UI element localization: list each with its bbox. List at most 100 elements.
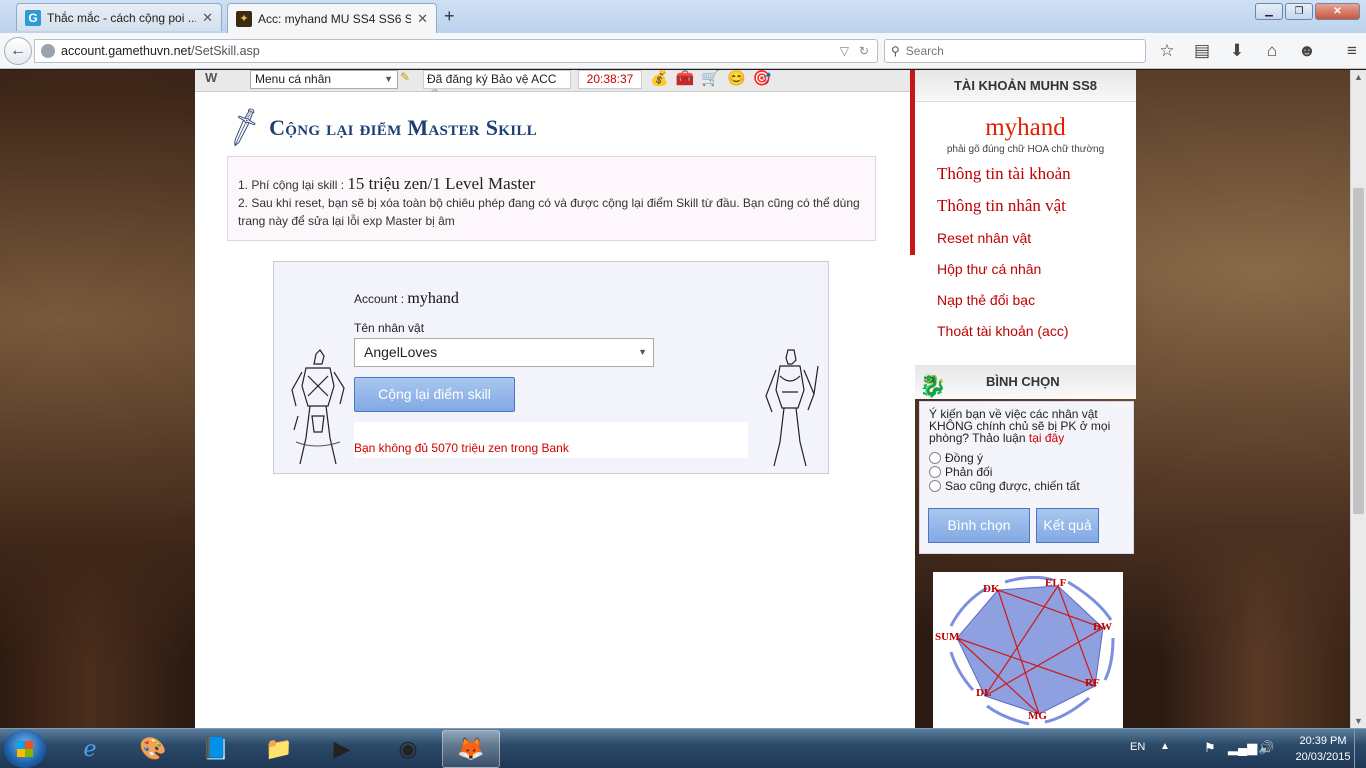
sidebar-item-reset-character[interactable]: Reset nhân vật xyxy=(937,230,1031,246)
user-top-strip: W Menu cá nhân ▼ ✎ Đã đăng ký Bảo vệ ACC… xyxy=(195,70,915,102)
chevron-down-icon: ▼ xyxy=(384,74,393,84)
fee-label: 1. Phí cộng lại skill : xyxy=(238,178,348,192)
tab-account[interactable]: ✦ Acc: myhand MU SS4 SS6 S... ✕ xyxy=(227,3,437,33)
show-hidden-icons-icon[interactable]: ▲ xyxy=(1160,741,1170,752)
reset-skill-form: Account : myhand Tên nhân vật AngelLoves… xyxy=(273,261,829,474)
flag-icon[interactable]: ⚑ xyxy=(1204,740,1216,756)
chrome-icon[interactable]: ◉ xyxy=(379,730,437,768)
close-tab-icon[interactable]: ✕ xyxy=(202,10,213,26)
reading-list-icon[interactable]: ▤ xyxy=(1191,41,1213,61)
sidebar-header: TÀI KHOẢN MUHN SS8 xyxy=(915,70,1136,102)
poll-option-disagree[interactable]: Phản đối xyxy=(929,466,1133,478)
bookmark-star-icon[interactable]: ☆ xyxy=(1156,41,1178,61)
reset-skill-button[interactable]: Cộng lại điểm skill xyxy=(354,377,515,412)
chat-icon[interactable]: ☻ xyxy=(1296,41,1318,61)
sword-icon: 🗡 xyxy=(220,105,268,150)
menu-icon[interactable]: ≡ xyxy=(1341,41,1363,61)
volume-icon[interactable]: 🔊 xyxy=(1258,740,1274,756)
url-path: /SetSkill.asp xyxy=(190,44,260,58)
dragon-icon: 🐉 xyxy=(919,373,947,398)
class-label-mg: MG xyxy=(1028,710,1047,722)
page-title: Cộng lại điểm Master Skill xyxy=(269,114,537,140)
knight-sketch-image xyxy=(765,349,819,467)
url-host: account.gamethuvn.net xyxy=(61,44,191,58)
sidebar-item-account-info[interactable]: Thông tin tài khoản xyxy=(937,164,1071,184)
class-label-dl: DL xyxy=(976,687,991,699)
close-tab-icon[interactable]: ✕ xyxy=(417,11,428,27)
class-relation-diagram: DK ELF DW RF MG DL SUM xyxy=(933,572,1123,728)
new-tab-button[interactable]: + xyxy=(444,6,455,27)
sidebar-item-logout[interactable]: Thoát tài khoản (acc) xyxy=(937,323,1069,339)
poll-box: Ý kiến bạn về việc các nhân vật KHÔNG ch… xyxy=(919,401,1134,554)
dropdown-arrow-icon[interactable]: ▽ xyxy=(840,44,849,58)
fee-value: 15 triệu zen/1 Level Master xyxy=(347,174,536,193)
radio-icon[interactable] xyxy=(929,480,941,492)
reload-icon[interactable]: ↻ xyxy=(859,44,869,58)
sidebar-item-mailbox[interactable]: Hộp thư cá nhân xyxy=(937,261,1041,277)
warrior-sketch-image xyxy=(291,349,345,465)
cart-icon[interactable]: 🛒 xyxy=(701,70,720,88)
window-controls: ▁ ❐ ✕ xyxy=(1255,3,1360,20)
search-bar[interactable]: ⚲ Search xyxy=(884,39,1146,63)
page-viewport: W Menu cá nhân ▼ ✎ Đã đăng ký Bảo vệ ACC… xyxy=(0,70,1350,728)
back-arrow-icon[interactable]: ← xyxy=(4,37,32,65)
windows-taskbar: ℯ 🎨 📘 📁 ▶ ◉ 🦊 EN ▲ ⚑ ▂▄▆ 🔊 20:39 PM 20/0… xyxy=(0,728,1366,768)
home-icon[interactable]: ⌂ xyxy=(1261,41,1283,61)
class-label-elf: ELF xyxy=(1045,577,1067,589)
smiley-icon[interactable]: 😊 xyxy=(727,70,746,88)
server-clock: 20:38:37 xyxy=(578,70,642,89)
scroll-down-icon[interactable]: ▼ xyxy=(1354,716,1363,726)
tab-forum[interactable]: G Thắc mắc - cách cộng poi ... ✕ xyxy=(16,3,222,31)
fee-notice: 1. Phí cộng lại skill : 15 triệu zen/1 L… xyxy=(227,156,876,241)
results-button[interactable]: Kết quả xyxy=(1036,508,1099,543)
close-window-icon[interactable]: ✕ xyxy=(1315,3,1360,20)
search-placeholder: Search xyxy=(905,44,944,58)
character-label: Tên nhân vật xyxy=(354,321,425,335)
class-label-sum: SUM xyxy=(935,631,960,643)
class-label-rf: RF xyxy=(1085,677,1100,689)
account-sidebar: TÀI KHOẢN MUHN SS8 myhand phải gõ đúng c… xyxy=(910,70,1136,728)
site-logo-icon: W xyxy=(205,70,218,85)
target-icon[interactable]: 🎯 xyxy=(753,70,772,88)
notes-icon[interactable]: 📘 xyxy=(187,730,245,768)
minimize-icon[interactable]: ▁ xyxy=(1255,3,1283,20)
network-icon[interactable]: ▂▄▆ xyxy=(1228,740,1257,756)
chevron-down-icon: ▼ xyxy=(638,347,647,357)
download-icon[interactable]: ⬇ xyxy=(1226,41,1248,61)
tray-date[interactable]: 20/03/2015 xyxy=(1284,751,1362,763)
error-message: Bạn không đủ 5070 triệu zen trong Bank xyxy=(354,422,748,458)
radio-icon[interactable] xyxy=(929,466,941,478)
character-select[interactable]: AngelLoves ▼ xyxy=(354,338,654,367)
tray-time[interactable]: 20:39 PM xyxy=(1288,735,1358,747)
internet-explorer-icon[interactable]: ℯ xyxy=(61,730,119,768)
restore-icon[interactable]: ❐ xyxy=(1285,3,1313,20)
sidebar-item-topup[interactable]: Nạp thẻ đổi bạc xyxy=(937,292,1035,308)
poll-header: 🐉 BÌNH CHỌN xyxy=(915,365,1136,399)
start-button[interactable] xyxy=(4,730,46,768)
scroll-thumb[interactable] xyxy=(1353,188,1364,514)
scroll-up-icon[interactable]: ▲ xyxy=(1354,72,1363,82)
paint-icon[interactable]: 🎨 xyxy=(124,730,182,768)
personal-menu-select[interactable]: Menu cá nhân ▼ xyxy=(250,70,398,89)
pencil-icon[interactable]: ✎ xyxy=(400,70,410,84)
sidebar-account-panel: myhand phải gõ đúng chữ HOA chữ thường T… xyxy=(915,102,1136,365)
search-icon: ⚲ xyxy=(891,44,900,58)
address-bar[interactable]: account.gamethuvn.net /SetSkill.asp ▽ ↻ xyxy=(34,39,878,63)
account-value: myhand xyxy=(407,290,459,307)
discussion-link[interactable]: tại đây xyxy=(1029,431,1064,445)
media-player-icon[interactable]: ▶ xyxy=(313,730,371,768)
username-hint: phải gõ đúng chữ HOA chữ thường xyxy=(946,144,1105,155)
vote-button[interactable]: Bình chọn xyxy=(928,508,1030,543)
sidebar-item-character-info[interactable]: Thông tin nhân vật xyxy=(937,196,1066,216)
language-indicator[interactable]: EN xyxy=(1130,741,1145,753)
vertical-scrollbar[interactable]: ▲ ▼ xyxy=(1350,70,1366,728)
explorer-folder-icon[interactable]: 📁 xyxy=(250,730,308,768)
poll-option-agree[interactable]: Đồng ý xyxy=(929,452,1133,464)
mu-favicon-icon: ✦ xyxy=(236,10,252,27)
show-desktop-button[interactable] xyxy=(1354,729,1366,768)
coins-icon[interactable]: 💰 xyxy=(650,70,669,88)
chest-icon[interactable]: 🧰 xyxy=(676,70,695,88)
radio-icon[interactable] xyxy=(929,452,941,464)
firefox-icon[interactable]: 🦊 xyxy=(442,730,500,768)
poll-option-whatever[interactable]: Sao cũng được, chiến tất xyxy=(929,480,1133,492)
